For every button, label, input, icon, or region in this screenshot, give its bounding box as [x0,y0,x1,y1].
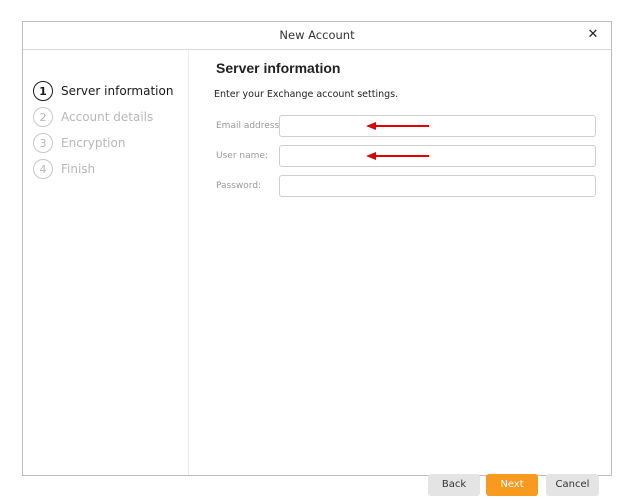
close-icon[interactable]: ✕ [584,25,602,45]
red-arrow-icon [366,122,429,130]
step-number-badge: 4 [33,159,53,179]
step-number-badge: 3 [33,133,53,153]
back-button[interactable]: Back [428,474,480,496]
step-label: Account details [61,110,154,124]
next-button[interactable]: Next [486,474,538,496]
step-number-badge: 2 [33,107,53,127]
email-address-label: Email address: [216,121,283,131]
step-account-details[interactable]: 2 Account details [33,106,153,128]
window-title: New Account [279,28,355,42]
section-heading: Server information [216,60,341,76]
section-subtitle: Enter your Exchange account settings. [214,89,399,100]
red-arrow-icon [366,152,429,160]
user-name-label: User name: [216,151,268,161]
step-label: Finish [61,162,96,176]
step-label: Encryption [61,136,126,150]
step-label: Server information [61,84,174,98]
step-finish[interactable]: 4 Finish [33,158,95,180]
email-address-input[interactable] [279,115,596,137]
password-input[interactable] [279,175,596,197]
main-content: Server information Enter your Exchange a… [189,50,611,496]
cancel-button[interactable]: Cancel [546,474,599,496]
title-bar: New Account ✕ [23,22,611,50]
password-label: Password: [216,181,262,191]
step-server-information[interactable]: 1 Server information [33,80,173,102]
user-name-input[interactable] [279,145,596,167]
wizard-steps: 1 Server information 2 Account details 3… [23,50,189,475]
step-encryption[interactable]: 3 Encryption [33,132,125,154]
step-number-badge: 1 [33,81,53,101]
new-account-dialog: New Account ✕ 1 Server information 2 Acc… [22,21,612,496]
